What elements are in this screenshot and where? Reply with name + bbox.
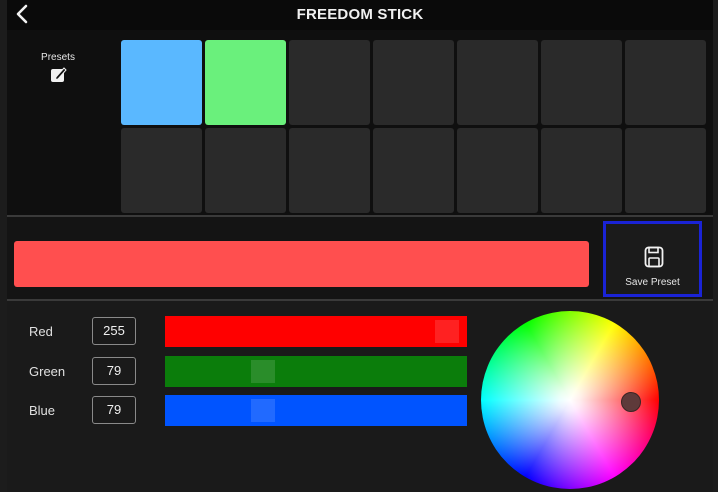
channel-slider[interactable] [165, 316, 467, 347]
chevron-left-icon[interactable] [11, 2, 35, 26]
channel-label: Green [29, 364, 66, 379]
edit-square-icon[interactable] [50, 66, 67, 83]
channel-label: Red [29, 324, 53, 339]
presets-panel: Presets [7, 30, 713, 215]
preset-slot[interactable] [625, 128, 706, 213]
presets-label: Presets [41, 52, 75, 63]
preset-slot[interactable] [205, 128, 286, 213]
save-preset-button[interactable]: Save Preset [603, 221, 702, 297]
preset-slot[interactable] [373, 40, 454, 125]
color-controls: Red 255 Green 79 Blue 79 [7, 301, 713, 492]
color-wheel-handle[interactable] [621, 392, 641, 412]
save-icon [644, 246, 664, 268]
preset-slot[interactable] [541, 128, 622, 213]
channel-slider[interactable] [165, 356, 467, 387]
channel-value-input[interactable]: 79 [92, 396, 136, 424]
page-title: FREEDOM STICK [296, 6, 424, 23]
preset-slot[interactable] [121, 40, 202, 125]
channel-row-green: Green 79 [7, 355, 477, 391]
preview-panel: Save Preset [7, 217, 713, 299]
preset-slot[interactable] [625, 40, 706, 125]
preset-grid [121, 40, 706, 213]
channel-label: Blue [29, 403, 56, 418]
slider-thumb[interactable] [251, 360, 276, 383]
color-wheel[interactable] [481, 311, 659, 489]
title-bar: FREEDOM STICK [7, 0, 713, 30]
channel-row-red: Red 255 [7, 315, 477, 351]
channel-value-input[interactable]: 79 [92, 357, 136, 385]
preset-slot[interactable] [289, 40, 370, 125]
color-preview-bar [14, 241, 589, 287]
preset-slot[interactable] [373, 128, 454, 213]
preset-slot[interactable] [205, 40, 286, 125]
preset-slot[interactable] [289, 128, 370, 213]
preset-slot[interactable] [541, 40, 622, 125]
preset-slot[interactable] [121, 128, 202, 213]
preset-slot[interactable] [457, 40, 538, 125]
slider-thumb[interactable] [435, 320, 459, 343]
app-window: FREEDOM STICK Presets Save Preset Red 255… [7, 0, 713, 492]
channel-slider[interactable] [165, 395, 467, 426]
save-preset-label: Save Preset [625, 277, 680, 288]
preset-slot[interactable] [457, 128, 538, 213]
channel-value-input[interactable]: 255 [92, 317, 136, 345]
channel-row-blue: Blue 79 [7, 394, 477, 430]
slider-thumb[interactable] [251, 399, 276, 422]
